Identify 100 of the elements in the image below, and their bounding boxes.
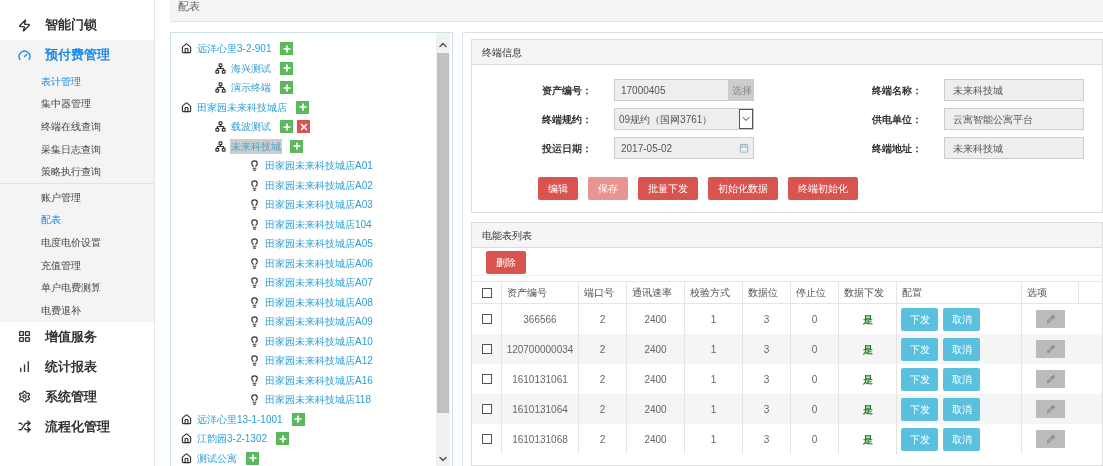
tree-node[interactable]: 田家园未来科技城店A12 — [264, 353, 374, 369]
row-checkbox[interactable] — [481, 344, 492, 354]
tree-node[interactable]: 田家园未来科技城店A08 — [264, 294, 374, 310]
column-header: 通讯速率 — [632, 286, 672, 300]
field-label: 终端地址： — [872, 141, 923, 156]
select-button[interactable]: 选择 — [729, 79, 754, 101]
lightning-icon — [18, 18, 31, 32]
tree-node[interactable]: 远洋心里13-1-1001 — [196, 411, 284, 427]
cancel-button[interactable]: 取消 — [943, 427, 980, 451]
submenu-item[interactable]: 策略执行查询 — [41, 164, 101, 180]
column-header: 校验方式 — [690, 286, 730, 300]
add-button[interactable] — [246, 451, 259, 465]
submenu-item[interactable]: 集中器管理 — [41, 96, 91, 112]
sidebar-item[interactable]: 统计报表 — [45, 356, 97, 377]
row-checkbox[interactable] — [481, 404, 492, 414]
edit-button[interactable] — [1036, 400, 1065, 418]
cancel-button[interactable]: 取消 — [943, 307, 980, 331]
select-all-checkbox[interactable] — [481, 287, 492, 298]
send-button[interactable]: 下发 — [901, 397, 938, 421]
action-button[interactable]: 批量下发 — [638, 177, 698, 200]
table-cell-text: 2400 — [644, 432, 667, 447]
submenu-item[interactable]: 终端在线查询 — [41, 119, 101, 134]
table-cell-text: 2 — [599, 342, 606, 357]
row-checkbox[interactable] — [481, 314, 492, 324]
hierarchy-icon — [215, 140, 226, 152]
add-button[interactable] — [296, 100, 309, 114]
tree-node[interactable]: 田家园未来科技城店A06 — [264, 255, 374, 271]
edit-button[interactable] — [1036, 310, 1065, 328]
add-button[interactable] — [280, 81, 293, 95]
dropdown[interactable]: 09规约（国网3761） — [614, 108, 754, 130]
cancel-button[interactable]: 取消 — [943, 337, 980, 361]
tree-node[interactable]: 载波测试 — [230, 119, 272, 135]
tree-node[interactable]: 田家园未来科技城店A01 — [264, 158, 374, 174]
tree-node[interactable]: 田家园未来科技城店A10 — [264, 333, 374, 349]
submenu-item[interactable]: 充值管理 — [41, 257, 81, 273]
tree-node[interactable]: 田家园未来科技城店104 — [264, 216, 373, 232]
edit-button[interactable] — [1036, 430, 1065, 448]
action-button[interactable]: 初始化数据 — [708, 177, 778, 200]
submenu-item[interactable]: 采集日志查询 — [41, 141, 101, 157]
tree-node[interactable]: 田家园未来科技城店118 — [264, 392, 372, 408]
submenu-item[interactable]: 表计管理 — [41, 73, 81, 89]
tree-node[interactable]: 远洋心里3-2-901 — [196, 41, 273, 57]
submenu-item[interactable]: 配表 — [41, 212, 61, 228]
house-icon — [181, 452, 192, 464]
tree-node[interactable]: 江韵园3-2-1302 — [196, 431, 269, 447]
sidebar-item[interactable]: 系统管理 — [45, 386, 97, 407]
submenu-item[interactable]: 电费退补 — [41, 302, 81, 318]
input-field[interactable]: 17000405 — [614, 79, 729, 101]
sidebar-item[interactable]: 预付费管理 — [45, 45, 110, 65]
send-button[interactable]: 下发 — [901, 427, 938, 451]
add-button[interactable] — [280, 61, 293, 75]
tree-node[interactable]: 海兴测试 — [230, 60, 272, 76]
panel-title: 终端信息 — [482, 45, 522, 60]
field-label: 供电单位： — [872, 112, 923, 127]
chevron-down-icon[interactable] — [739, 109, 753, 129]
input-field[interactable]: 未来科技城 — [944, 137, 1084, 159]
action-button[interactable]: 编辑 — [538, 177, 578, 200]
calendar-icon[interactable] — [739, 143, 749, 153]
tree-node[interactable]: 演示终端 — [230, 80, 272, 96]
submenu-item[interactable]: 账户管理 — [41, 189, 81, 205]
row-checkbox[interactable] — [481, 434, 492, 444]
input-field[interactable]: 云寓智能公寓平台 — [944, 108, 1084, 130]
add-button[interactable] — [290, 139, 303, 153]
add-button[interactable] — [276, 432, 290, 446]
table-cell-text: 1 — [710, 372, 717, 387]
lightbulb-icon — [249, 199, 260, 211]
tree-node[interactable]: 田家园未来科技城店A02 — [264, 177, 374, 193]
table-cell-text: 是 — [862, 402, 873, 417]
action-button[interactable]: 终端初始化 — [788, 177, 858, 200]
edit-button[interactable] — [1036, 340, 1065, 358]
tree-node[interactable]: 田家园未来科技城店A03 — [264, 197, 374, 213]
tree-node[interactable]: 田家园未来科技城店A07 — [264, 275, 374, 291]
submenu-item[interactable]: 电度电价设置 — [41, 234, 101, 250]
input-field[interactable]: 未来科技城 — [944, 79, 1084, 101]
delete-button[interactable] — [297, 120, 310, 134]
row-checkbox[interactable] — [481, 374, 492, 384]
tree-node[interactable]: 田家园未来科技城店 — [196, 99, 288, 115]
scrollbar[interactable] — [436, 33, 450, 466]
tree-node[interactable]: 田家园未来科技城店A09 — [264, 314, 374, 330]
add-button[interactable] — [280, 42, 294, 56]
edit-button[interactable] — [1036, 370, 1065, 388]
sidebar-item[interactable]: 增值服务 — [45, 326, 97, 347]
sidebar-item[interactable]: 智能门锁 — [45, 15, 97, 35]
tree-node[interactable]: 未来科技城 — [230, 138, 282, 154]
delete-button[interactable]: 删除 — [486, 251, 526, 274]
cancel-button[interactable]: 取消 — [943, 367, 980, 391]
add-button[interactable] — [291, 412, 305, 426]
tree-node[interactable]: 测试公寓 — [196, 450, 238, 466]
sidebar-item[interactable]: 流程化管理 — [45, 416, 110, 437]
tree-node[interactable]: 田家园未来科技城店A16 — [264, 372, 374, 388]
submenu-item[interactable]: 单户电费测算 — [41, 280, 101, 296]
bar-chart-icon — [18, 360, 31, 374]
tree-node[interactable]: 田家园未来科技城店A05 — [264, 236, 374, 252]
send-button[interactable]: 下发 — [901, 307, 938, 331]
table-cell-text: 2 — [599, 312, 606, 327]
send-button[interactable]: 下发 — [901, 337, 938, 361]
send-button[interactable]: 下发 — [901, 367, 938, 391]
cancel-button[interactable]: 取消 — [943, 397, 980, 421]
date-field[interactable]: 2017-05-02 — [614, 137, 754, 159]
add-button[interactable] — [280, 120, 293, 134]
